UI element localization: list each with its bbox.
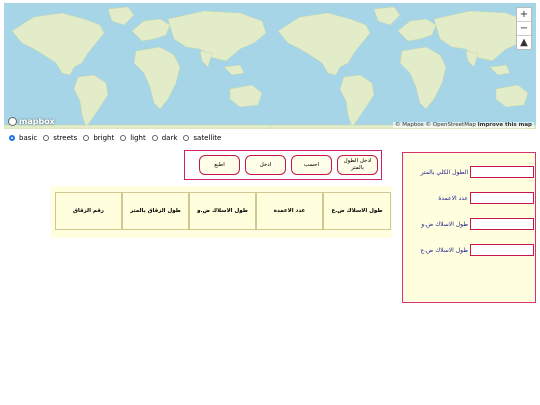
style-option-dark[interactable]: dark bbox=[151, 134, 177, 142]
improve-map-link[interactable]: Improve this map bbox=[478, 122, 532, 128]
map-style-switcher: basic streets bright light dark satellit… bbox=[9, 134, 227, 142]
radio-streets[interactable] bbox=[43, 135, 50, 141]
style-option-bright[interactable]: bright bbox=[83, 134, 114, 142]
header-pole-count: عدد الاعمدة bbox=[256, 192, 323, 230]
results-table: طول الاسلاك ض.ع عدد الاعمدة طول الاسلاك … bbox=[51, 186, 392, 238]
low-voltage-wires-label: طول الاسلاك ض.ع bbox=[420, 247, 468, 254]
header-wires-medium-voltage: طول الاسلاك ض.و bbox=[189, 192, 256, 230]
summary-panel: الطول الكلي بالمتر عدد الاعمدة طول الاسل… bbox=[402, 152, 536, 303]
header-alley-number: رقم الزقاق bbox=[55, 192, 122, 230]
enter-length-button[interactable]: ادخل الطول بالمتر bbox=[337, 155, 378, 175]
radio-satellite[interactable] bbox=[183, 135, 190, 141]
radio-dark[interactable] bbox=[151, 135, 158, 141]
header-alley-length: طول الزقاق بالمتر bbox=[122, 192, 189, 230]
medium-voltage-wires-field[interactable] bbox=[470, 218, 534, 230]
mapbox-logo[interactable]: mapbox bbox=[8, 117, 55, 126]
calculate-button[interactable]: احسب bbox=[291, 155, 332, 175]
style-option-satellite[interactable]: satellite bbox=[183, 134, 221, 142]
pole-count-label: عدد الاعمدة bbox=[438, 195, 468, 202]
mapbox-logo-icon bbox=[8, 117, 17, 126]
compass-button[interactable]: ▲ bbox=[517, 36, 531, 49]
osm-attribution-link[interactable]: © OpenStreetMap bbox=[426, 122, 476, 128]
total-length-field[interactable] bbox=[470, 166, 534, 178]
style-option-light[interactable]: light bbox=[120, 134, 146, 142]
enter-button[interactable]: ادخل bbox=[245, 155, 286, 175]
zoom-in-button[interactable]: + bbox=[517, 8, 531, 22]
map-attribution: © Mapbox © OpenStreetMap Improve this ma… bbox=[392, 122, 534, 128]
mapbox-attribution-link[interactable]: © Mapbox bbox=[395, 122, 424, 128]
total-length-label: الطول الكلي بالمتر bbox=[420, 169, 468, 176]
action-button-bar: ادخل الطول بالمتر احسب ادخل اطبع bbox=[184, 150, 382, 180]
zoom-out-button[interactable]: − bbox=[517, 22, 531, 36]
print-button[interactable]: اطبع bbox=[199, 155, 240, 175]
style-option-basic[interactable]: basic bbox=[9, 134, 37, 142]
world-map-graphic bbox=[4, 3, 536, 129]
zoom-control: + − ▲ bbox=[516, 7, 532, 50]
header-wires-low-voltage: طول الاسلاك ض.ع bbox=[323, 192, 391, 230]
map-view[interactable]: + − ▲ mapbox © Mapbox © OpenStreetMap Im… bbox=[4, 3, 536, 129]
radio-basic[interactable] bbox=[9, 135, 15, 141]
medium-voltage-wires-label: طول الاسلاك ض.و bbox=[421, 221, 468, 228]
style-option-streets[interactable]: streets bbox=[43, 134, 77, 142]
radio-bright[interactable] bbox=[83, 135, 90, 141]
low-voltage-wires-field[interactable] bbox=[470, 244, 534, 256]
pole-count-field[interactable] bbox=[470, 192, 534, 204]
radio-light[interactable] bbox=[120, 135, 127, 141]
